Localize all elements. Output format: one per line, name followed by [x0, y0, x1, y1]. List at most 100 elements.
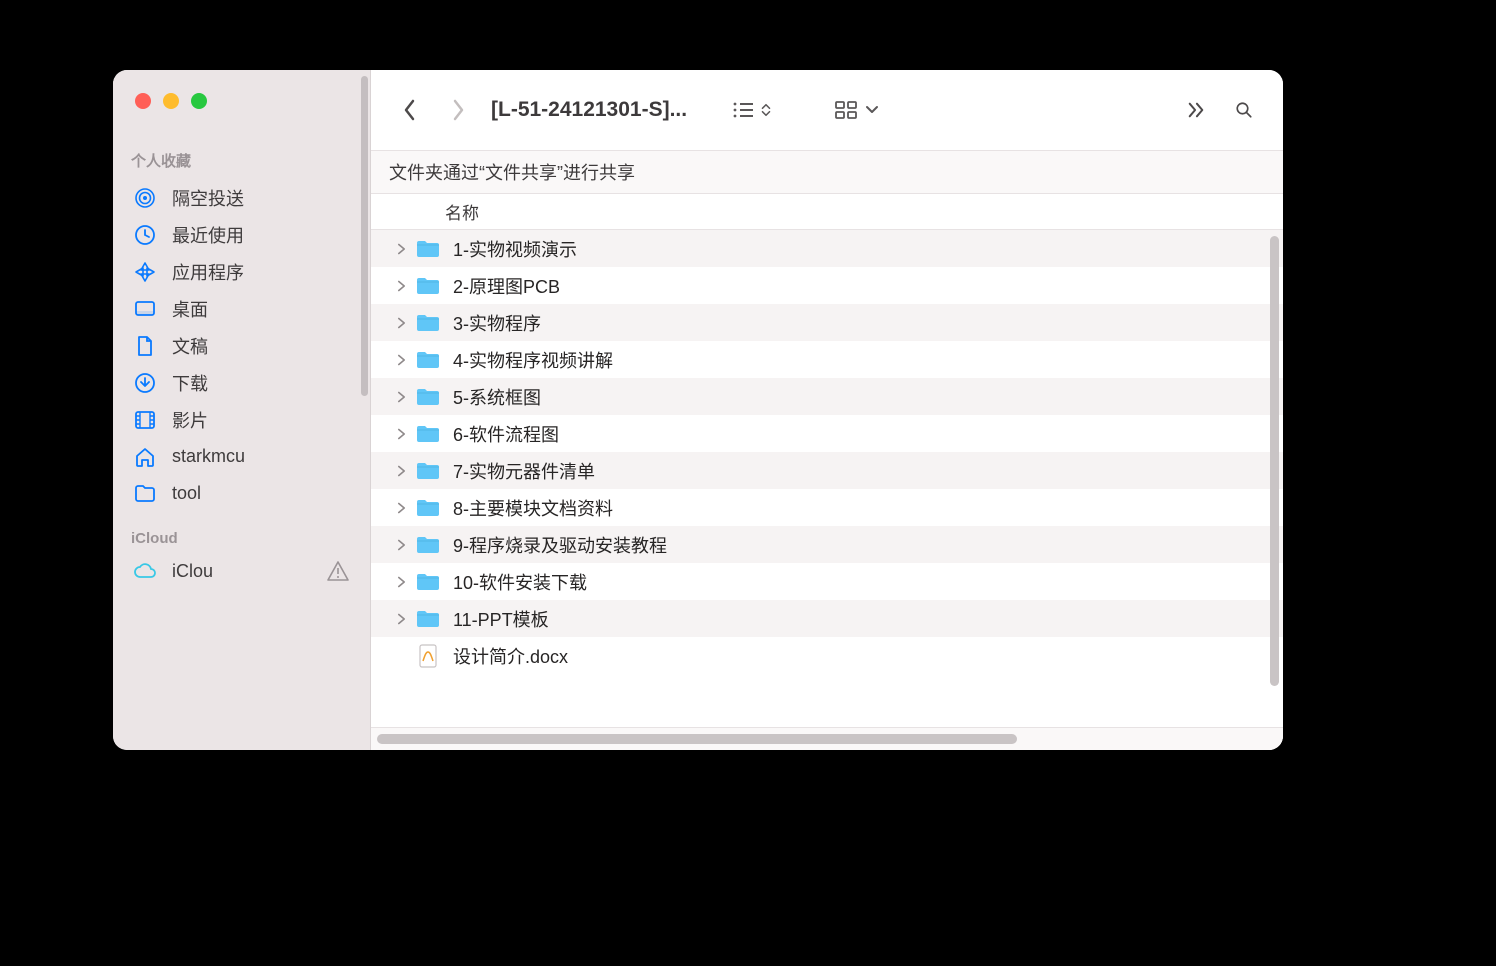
- folder-icon: [415, 458, 441, 484]
- cloud-icon: [133, 559, 157, 583]
- sidebar-item-airdrop[interactable]: 隔空投送: [125, 179, 358, 216]
- file-row[interactable]: 8-主要模块文档资料: [371, 489, 1283, 526]
- movies-icon: [133, 408, 157, 432]
- file-name: 3-实物程序: [453, 310, 541, 336]
- folder-icon: [415, 421, 441, 447]
- sidebar-item-folder[interactable]: tool: [125, 475, 358, 512]
- sidebar-item-label: 桌面: [172, 296, 208, 322]
- group-by-selector[interactable]: [829, 99, 879, 121]
- folder-icon: [415, 273, 441, 299]
- file-name: 4-实物程序视频讲解: [453, 347, 613, 373]
- file-name: 1-实物视频演示: [453, 236, 577, 262]
- close-window-button[interactable]: [135, 93, 151, 109]
- sidebar-item-doc[interactable]: 文稿: [125, 327, 358, 364]
- file-row[interactable]: 1-实物视频演示: [371, 230, 1283, 267]
- sidebar-item-label: iClou: [172, 561, 213, 582]
- more-toolbar-button[interactable]: [1175, 88, 1217, 132]
- warning-icon: [326, 559, 350, 583]
- bottom-bar: [371, 727, 1283, 750]
- file-name: 7-实物元器件清单: [453, 458, 595, 484]
- chevron-down-icon: [865, 99, 879, 121]
- doc-icon: [133, 334, 157, 358]
- sidebar-item-label: 文稿: [172, 333, 208, 359]
- file-row[interactable]: 3-实物程序: [371, 304, 1283, 341]
- sidebar-item-label: 下载: [172, 370, 208, 396]
- search-button[interactable]: [1223, 88, 1265, 132]
- disclosure-triangle[interactable]: [393, 280, 409, 292]
- home-icon: [133, 445, 157, 469]
- airdrop-icon: [133, 186, 157, 210]
- finder-window: 个人收藏 隔空投送最近使用应用程序桌面文稿下载影片 starkmcu tool iC…: [113, 70, 1283, 750]
- file-list: 1-实物视频演示 2-原理图PCB 3-实物程序 4-实物程序视频讲解 5-系统框图 6-…: [371, 230, 1283, 727]
- folder-icon: [415, 532, 441, 558]
- updown-icon: [759, 99, 773, 121]
- disclosure-triangle[interactable]: [393, 465, 409, 477]
- toolbar: [L-51-24121301-S]...: [371, 70, 1283, 150]
- sidebar-item-label: 影片: [172, 407, 208, 433]
- file-row[interactable]: 6-软件流程图: [371, 415, 1283, 452]
- folder-icon: [415, 569, 441, 595]
- document-icon: [415, 643, 441, 669]
- sidebar-item-clock[interactable]: 最近使用: [125, 216, 358, 253]
- disclosure-triangle[interactable]: [393, 391, 409, 403]
- sidebar-item-download[interactable]: 下载: [125, 364, 358, 401]
- back-button[interactable]: [389, 88, 431, 132]
- folder-icon: [415, 606, 441, 632]
- sidebar-item-label: 应用程序: [172, 259, 244, 285]
- sidebar-item-label: 最近使用: [172, 222, 244, 248]
- folder-icon: [415, 236, 441, 262]
- disclosure-triangle[interactable]: [393, 428, 409, 440]
- disclosure-triangle[interactable]: [393, 613, 409, 625]
- file-name: 5-系统框图: [453, 384, 541, 410]
- minimize-window-button[interactable]: [163, 93, 179, 109]
- file-row[interactable]: 9-程序烧录及驱动安装教程: [371, 526, 1283, 563]
- file-row[interactable]: 11-PPT模板: [371, 600, 1283, 637]
- disclosure-triangle[interactable]: [393, 576, 409, 588]
- file-row[interactable]: 10-软件安装下载: [371, 563, 1283, 600]
- file-name: 6-软件流程图: [453, 421, 559, 447]
- sidebar-item-label: starkmcu: [172, 446, 245, 467]
- file-row[interactable]: 2-原理图PCB: [371, 267, 1283, 304]
- sidebar-item-apps[interactable]: 应用程序: [125, 253, 358, 290]
- column-header-name[interactable]: 名称: [371, 194, 1283, 230]
- folder-icon: [415, 310, 441, 336]
- file-row[interactable]: 5-系统框图: [371, 378, 1283, 415]
- sidebar-item-home[interactable]: starkmcu: [125, 438, 358, 475]
- file-name: 9-程序烧录及驱动安装教程: [453, 532, 667, 558]
- horizontal-scrollbar[interactable]: [377, 734, 1017, 744]
- sidebar-item-icloud[interactable]: iClou: [113, 555, 370, 587]
- disclosure-triangle[interactable]: [393, 317, 409, 329]
- disclosure-triangle[interactable]: [393, 354, 409, 366]
- file-row[interactable]: 4-实物程序视频讲解: [371, 341, 1283, 378]
- sidebar-item-desktop[interactable]: 桌面: [125, 290, 358, 327]
- sidebar-item-movies[interactable]: 影片: [125, 401, 358, 438]
- sidebar-section-icloud: iCloud: [113, 530, 370, 555]
- zoom-window-button[interactable]: [191, 93, 207, 109]
- sidebar: 个人收藏 隔空投送最近使用应用程序桌面文稿下载影片 starkmcu tool iC…: [113, 70, 371, 750]
- content-area: [L-51-24121301-S]... 文件夹通过“文件共享”进行共享 名称 …: [371, 70, 1283, 750]
- file-row[interactable]: 7-实物元器件清单: [371, 452, 1283, 489]
- disclosure-triangle[interactable]: [393, 502, 409, 514]
- disclosure-triangle[interactable]: [393, 539, 409, 551]
- disclosure-triangle[interactable]: [393, 243, 409, 255]
- folder-icon: [415, 384, 441, 410]
- folder-icon: [415, 347, 441, 373]
- file-name: 10-软件安装下载: [453, 569, 587, 595]
- download-icon: [133, 371, 157, 395]
- desktop-icon: [133, 297, 157, 321]
- sidebar-section-favorites: 个人收藏: [113, 150, 370, 179]
- apps-icon: [133, 260, 157, 284]
- folder-icon: [415, 495, 441, 521]
- file-name: 设计简介.docx: [453, 643, 568, 669]
- forward-button[interactable]: [437, 88, 479, 132]
- sidebar-scrollbar[interactable]: [361, 76, 368, 396]
- file-row[interactable]: 设计简介.docx: [371, 637, 1283, 674]
- file-name: 2-原理图PCB: [453, 273, 560, 299]
- folder-icon: [133, 482, 157, 506]
- view-mode-selector[interactable]: [727, 99, 773, 121]
- file-name: 11-PPT模板: [453, 606, 549, 632]
- vertical-scrollbar[interactable]: [1270, 236, 1279, 686]
- sidebar-item-label: 隔空投送: [172, 185, 244, 211]
- file-name: 8-主要模块文档资料: [453, 495, 613, 521]
- clock-icon: [133, 223, 157, 247]
